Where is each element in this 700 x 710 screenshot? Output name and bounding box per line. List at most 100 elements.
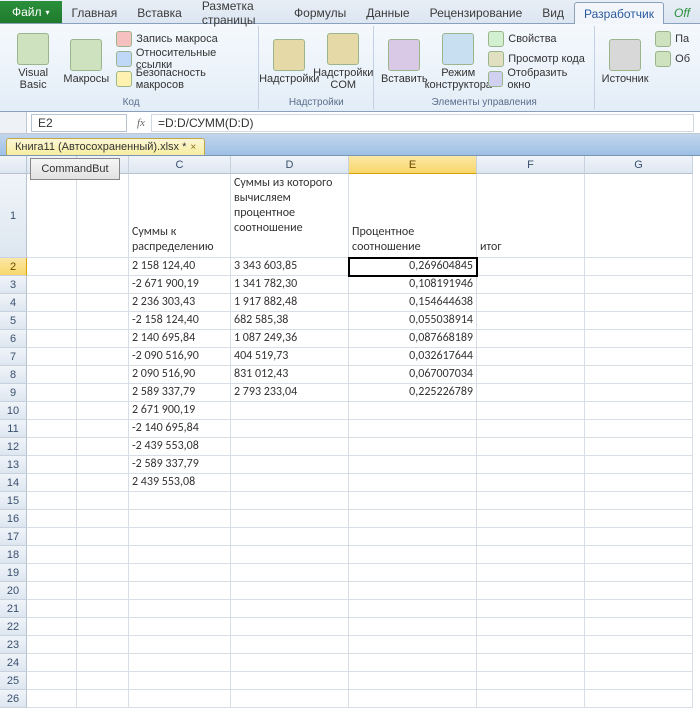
- properties-button[interactable]: Свойства: [488, 30, 588, 48]
- cell-C17[interactable]: [129, 528, 231, 546]
- tab-pagelayout[interactable]: Разметка страницы: [192, 1, 284, 23]
- cell-E9[interactable]: 0,225226789: [349, 384, 477, 402]
- cell-F6[interactable]: [477, 330, 585, 348]
- cell-G18[interactable]: [585, 546, 693, 564]
- cell-E1[interactable]: Процентное соотношение: [349, 174, 477, 258]
- row-header-5[interactable]: 5: [0, 312, 27, 330]
- tab-developer[interactable]: Разработчик: [574, 2, 664, 24]
- cell-D1[interactable]: Суммы из которого вычисляем процентное с…: [231, 174, 349, 258]
- row-header-10[interactable]: 10: [0, 402, 27, 420]
- tab-data[interactable]: Данные: [356, 1, 419, 23]
- cell-E15[interactable]: [349, 492, 477, 510]
- tab-office[interactable]: Off: [664, 1, 700, 23]
- cell-F16[interactable]: [477, 510, 585, 528]
- cell-A24[interactable]: [27, 654, 77, 672]
- cell-D24[interactable]: [231, 654, 349, 672]
- cell-E20[interactable]: [349, 582, 477, 600]
- cell-G23[interactable]: [585, 636, 693, 654]
- cell-G20[interactable]: [585, 582, 693, 600]
- cell-D18[interactable]: [231, 546, 349, 564]
- cell-F26[interactable]: [477, 690, 585, 708]
- cell-B24[interactable]: [77, 654, 129, 672]
- cell-C21[interactable]: [129, 600, 231, 618]
- cell-D26[interactable]: [231, 690, 349, 708]
- cell-E21[interactable]: [349, 600, 477, 618]
- cell-B18[interactable]: [77, 546, 129, 564]
- cell-B21[interactable]: [77, 600, 129, 618]
- cell-G22[interactable]: [585, 618, 693, 636]
- cell-E26[interactable]: [349, 690, 477, 708]
- col-header-F[interactable]: F: [477, 156, 585, 174]
- cell-A3[interactable]: [27, 276, 77, 294]
- cell-G11[interactable]: [585, 420, 693, 438]
- cell-G3[interactable]: [585, 276, 693, 294]
- cell-G25[interactable]: [585, 672, 693, 690]
- fx-icon[interactable]: fx: [131, 117, 151, 129]
- cell-C22[interactable]: [129, 618, 231, 636]
- cell-G16[interactable]: [585, 510, 693, 528]
- row-header-22[interactable]: 22: [0, 618, 27, 636]
- cell-B11[interactable]: [77, 420, 129, 438]
- cell-D25[interactable]: [231, 672, 349, 690]
- cell-G5[interactable]: [585, 312, 693, 330]
- workbook-tab[interactable]: Книга11 (Автосохраненный).xlsx * ×: [6, 138, 205, 155]
- cell-D17[interactable]: [231, 528, 349, 546]
- cell-G17[interactable]: [585, 528, 693, 546]
- cell-B8[interactable]: [77, 366, 129, 384]
- cell-B12[interactable]: [77, 438, 129, 456]
- row-header-24[interactable]: 24: [0, 654, 27, 672]
- cell-G9[interactable]: [585, 384, 693, 402]
- cell-B10[interactable]: [77, 402, 129, 420]
- row-header-21[interactable]: 21: [0, 600, 27, 618]
- cell-G6[interactable]: [585, 330, 693, 348]
- cell-B1[interactable]: [77, 174, 129, 258]
- tab-review[interactable]: Рецензирование: [420, 1, 533, 23]
- cell-F10[interactable]: [477, 402, 585, 420]
- cell-C10[interactable]: 2 671 900,19: [129, 402, 231, 420]
- cell-E24[interactable]: [349, 654, 477, 672]
- tab-insert[interactable]: Вставка: [127, 1, 192, 23]
- formula-input[interactable]: =D:D/СУММ(D:D): [151, 114, 694, 132]
- col-header-D[interactable]: D: [231, 156, 349, 174]
- cell-G12[interactable]: [585, 438, 693, 456]
- cell-C1[interactable]: Суммы к распределению: [129, 174, 231, 258]
- cell-C26[interactable]: [129, 690, 231, 708]
- cell-C20[interactable]: [129, 582, 231, 600]
- xml-pa-button[interactable]: Па: [655, 30, 690, 48]
- cell-G1[interactable]: [585, 174, 693, 258]
- cell-E22[interactable]: [349, 618, 477, 636]
- cell-G8[interactable]: [585, 366, 693, 384]
- cell-D8[interactable]: 831 012,43: [231, 366, 349, 384]
- row-header-12[interactable]: 12: [0, 438, 27, 456]
- cell-B2[interactable]: [77, 258, 129, 276]
- cell-C9[interactable]: 2 589 337,79: [129, 384, 231, 402]
- cell-F20[interactable]: [477, 582, 585, 600]
- cell-A22[interactable]: [27, 618, 77, 636]
- cell-A17[interactable]: [27, 528, 77, 546]
- xml-ob-button[interactable]: Об: [655, 50, 690, 68]
- cell-E6[interactable]: 0,087668189: [349, 330, 477, 348]
- cell-F19[interactable]: [477, 564, 585, 582]
- cell-C24[interactable]: [129, 654, 231, 672]
- tab-home[interactable]: Главная: [62, 1, 128, 23]
- cell-G10[interactable]: [585, 402, 693, 420]
- row-header-17[interactable]: 17: [0, 528, 27, 546]
- col-header-C[interactable]: C: [129, 156, 231, 174]
- cell-E12[interactable]: [349, 438, 477, 456]
- cell-B19[interactable]: [77, 564, 129, 582]
- cell-D23[interactable]: [231, 636, 349, 654]
- cell-F13[interactable]: [477, 456, 585, 474]
- cell-E16[interactable]: [349, 510, 477, 528]
- cell-F14[interactable]: [477, 474, 585, 492]
- cell-C11[interactable]: -2 140 695,84: [129, 420, 231, 438]
- cell-C16[interactable]: [129, 510, 231, 528]
- cell-B20[interactable]: [77, 582, 129, 600]
- cell-G7[interactable]: [585, 348, 693, 366]
- view-code-button[interactable]: Просмотр кода: [488, 50, 588, 68]
- cell-D21[interactable]: [231, 600, 349, 618]
- cell-B14[interactable]: [77, 474, 129, 492]
- cell-G24[interactable]: [585, 654, 693, 672]
- cell-F22[interactable]: [477, 618, 585, 636]
- cell-F5[interactable]: [477, 312, 585, 330]
- cell-A16[interactable]: [27, 510, 77, 528]
